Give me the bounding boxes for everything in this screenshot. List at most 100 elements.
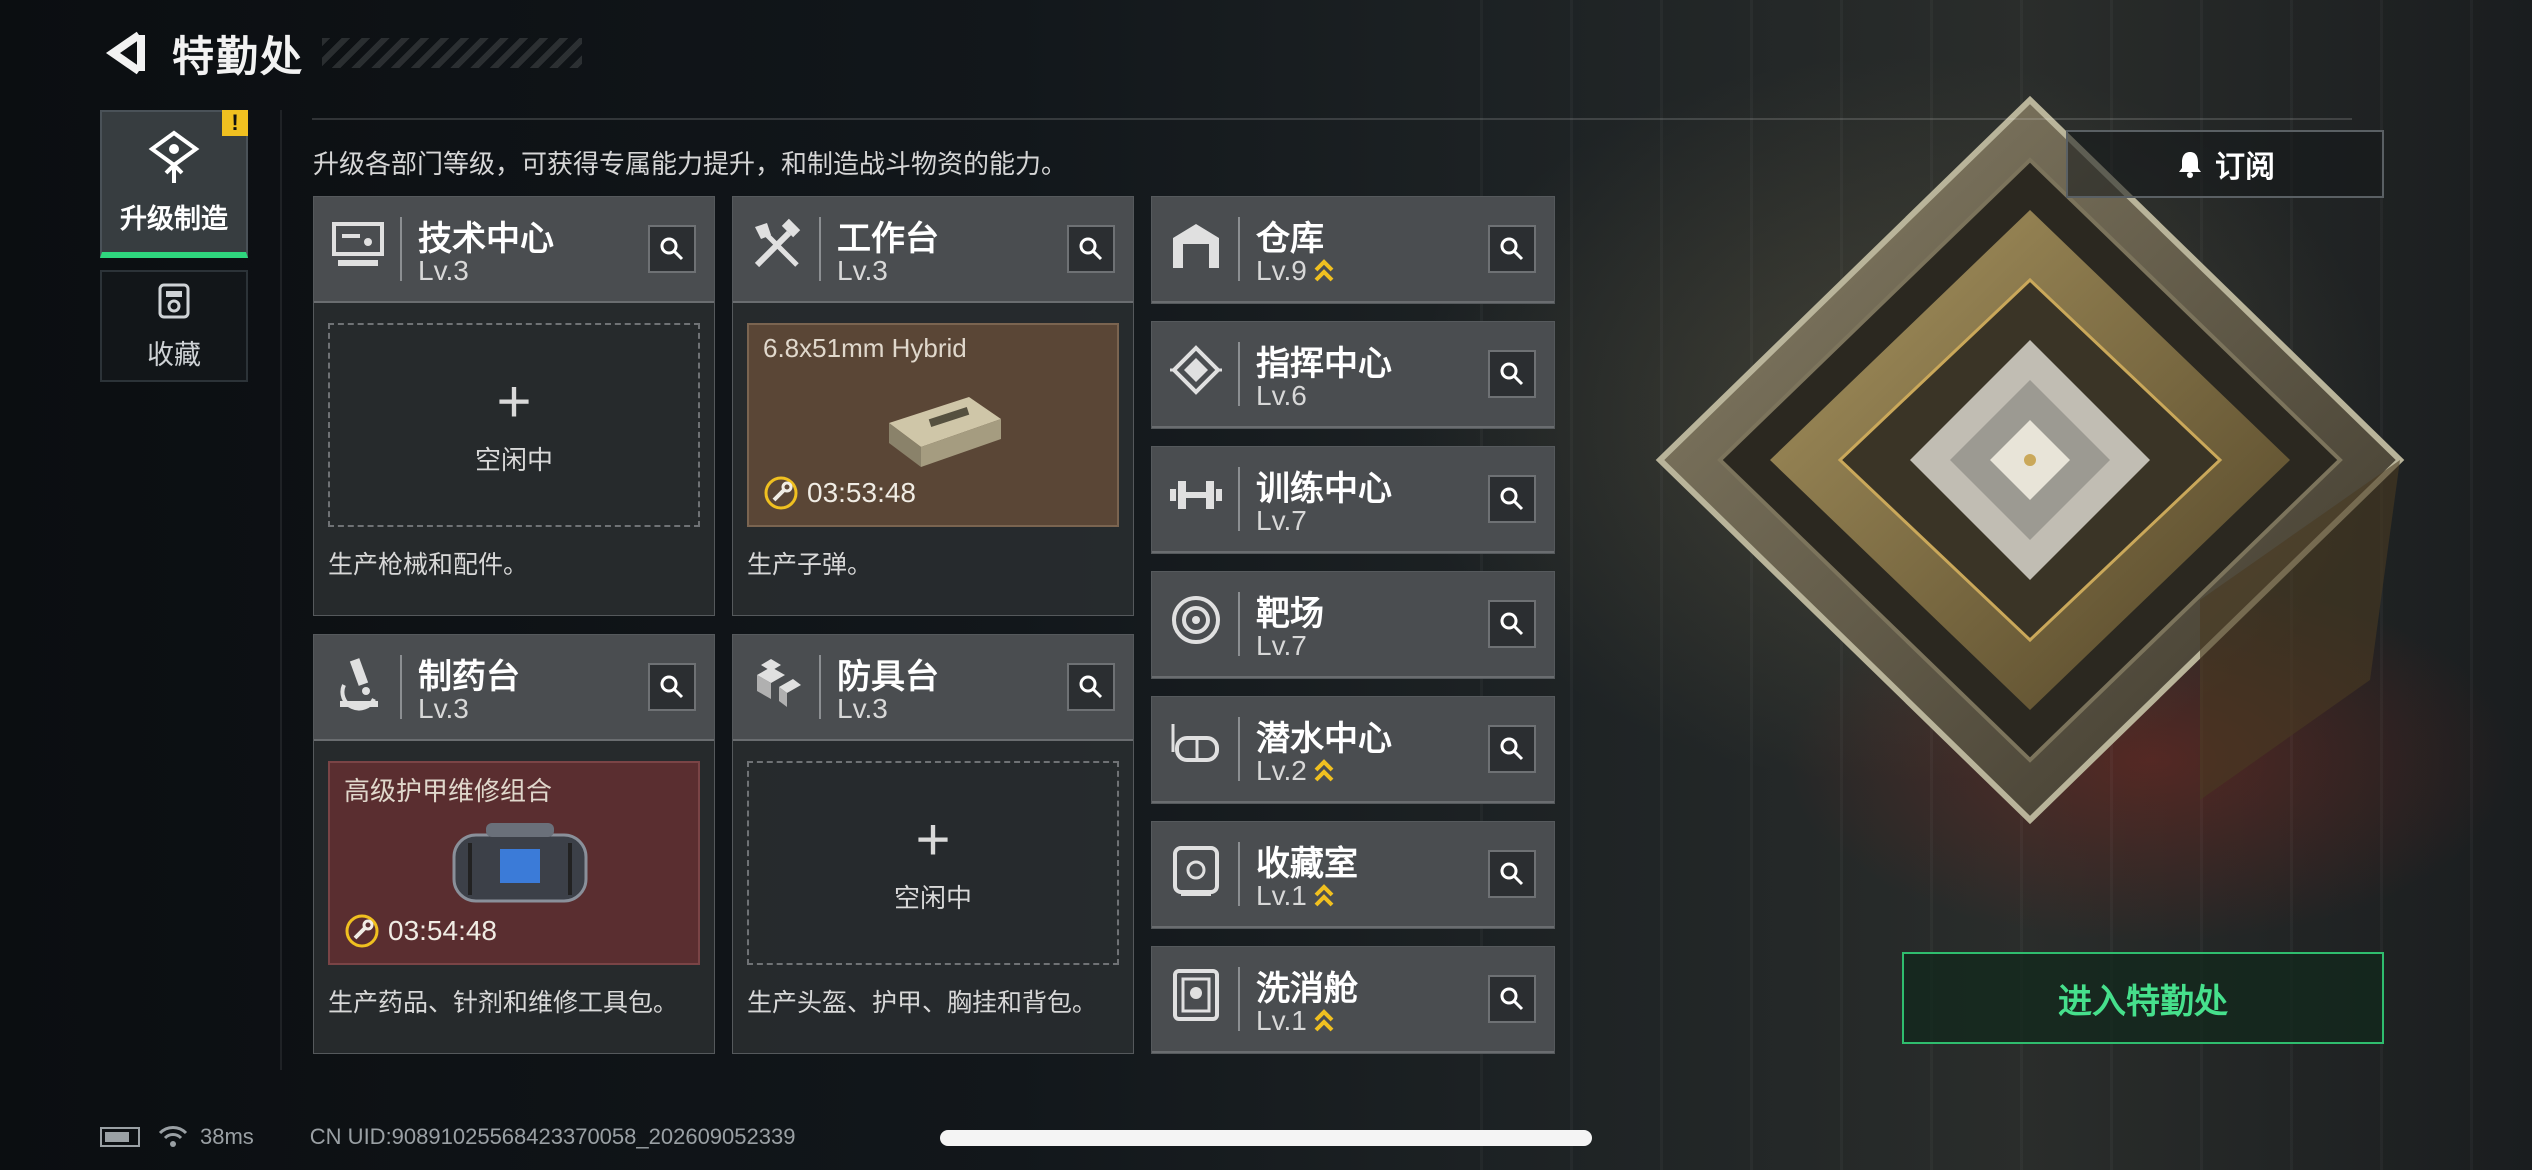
- nav-divider: [280, 110, 282, 1070]
- search-icon: [1079, 237, 1103, 261]
- dept-card-collection-room[interactable]: 收藏室 Lv.1: [1151, 821, 1555, 929]
- production-slot-idle[interactable]: + 空闲中: [328, 323, 700, 527]
- dept-card-workbench: 工作台 Lv.3 6.8x51mm Hybrid 03:53:48 生产子弹。: [732, 196, 1134, 616]
- bell-icon: [2175, 149, 2205, 179]
- search-button[interactable]: [1488, 850, 1536, 898]
- card-header[interactable]: 防具台 Lv.3: [733, 635, 1133, 741]
- dept-card-warehouse[interactable]: 仓库 Lv.9: [1151, 196, 1555, 304]
- dept-footer: 生产枪械和配件。: [328, 551, 529, 579]
- description-text: 升级各部门等级，可获得专属能力提升，和制造战斗物资的能力。: [313, 149, 1068, 179]
- timer-text: 03:54:48: [388, 915, 497, 946]
- separator: [1238, 967, 1240, 1031]
- search-button[interactable]: [1488, 225, 1536, 273]
- search-icon: [1500, 237, 1524, 261]
- search-button[interactable]: [1488, 350, 1536, 398]
- alert-badge: !: [222, 110, 248, 136]
- nav-upgrade-craft[interactable]: ! 升级制造: [100, 110, 248, 258]
- card-header: 洗消舱 Lv.1: [1152, 947, 1554, 1053]
- card-header[interactable]: 工作台 Lv.3: [733, 197, 1133, 303]
- separator: [400, 217, 402, 281]
- page-title: 特勤处: [172, 32, 305, 80]
- card-header: 靶场 Lv.7: [1152, 572, 1554, 678]
- title-decoration: [322, 38, 583, 68]
- top-rule: [312, 118, 2352, 120]
- warehouse-icon: [1164, 213, 1228, 277]
- dept-level: Lv.3: [837, 255, 888, 287]
- search-button[interactable]: [1488, 600, 1536, 648]
- dept-level: Lv.9: [1256, 255, 1335, 287]
- search-icon: [1500, 612, 1524, 636]
- card-header: 潜水中心 Lv.2: [1152, 697, 1554, 803]
- upgrade-craft-icon: [148, 130, 200, 183]
- card-header[interactable]: 技术中心 Lv.3: [314, 197, 714, 303]
- dept-card-diving-center[interactable]: 潜水中心 Lv.2: [1151, 696, 1555, 804]
- nav-collection[interactable]: 收藏: [100, 270, 248, 382]
- search-icon: [1500, 362, 1524, 386]
- card-header: 指挥中心 Lv.6: [1152, 322, 1554, 428]
- dept-level-text: Lv.2: [1256, 755, 1307, 786]
- product-name: 高级护甲维修组合: [344, 776, 553, 806]
- dept-level: Lv.3: [418, 255, 469, 287]
- repair-kit-bag-icon: [452, 823, 588, 903]
- dept-level: Lv.6: [1256, 380, 1307, 412]
- search-icon: [660, 237, 684, 261]
- target-icon: [1164, 588, 1228, 652]
- search-button[interactable]: [1488, 975, 1536, 1023]
- card-header: 收藏室 Lv.1: [1152, 822, 1554, 928]
- decon-chamber-icon: [1164, 963, 1228, 1027]
- production-slot-active[interactable]: 高级护甲维修组合 03:54:48: [328, 761, 700, 965]
- dept-card-command-center[interactable]: 指挥中心 Lv.6: [1151, 321, 1555, 429]
- ping-text: 38ms: [200, 1124, 254, 1149]
- production-timer: 03:54:48: [344, 913, 497, 949]
- separator: [400, 655, 402, 719]
- separator: [1238, 592, 1240, 656]
- search-button[interactable]: [1067, 663, 1115, 711]
- dept-card-shooting-range[interactable]: 靶场 Lv.7: [1151, 571, 1555, 679]
- separator: [819, 217, 821, 281]
- dept-footer: 生产药品、针剂和维修工具包。: [328, 989, 679, 1017]
- dept-name: 洗消舱: [1256, 970, 1358, 1008]
- separator: [1238, 342, 1240, 406]
- subscribe-button[interactable]: 订阅: [2066, 130, 2384, 198]
- dept-level: Lv.3: [418, 693, 469, 725]
- dept-level-text: Lv.3: [837, 255, 888, 286]
- dept-level-text: Lv.3: [418, 693, 469, 724]
- search-button[interactable]: [1488, 475, 1536, 523]
- side-nav: ! 升级制造 收藏: [100, 110, 248, 394]
- timer-text: 03:53:48: [807, 477, 916, 508]
- production-slot-idle[interactable]: + 空闲中: [747, 761, 1119, 965]
- dept-level: Lv.7: [1256, 505, 1307, 537]
- back-arrow-icon: [105, 31, 145, 75]
- dept-level-text: Lv.6: [1256, 380, 1307, 411]
- dept-name: 潜水中心: [1256, 720, 1392, 758]
- enter-special-ops-button[interactable]: 进入特勤处: [1902, 952, 2384, 1044]
- wrench-timer-icon: [345, 914, 379, 948]
- dept-card-training-center[interactable]: 训练中心 Lv.7: [1151, 446, 1555, 554]
- search-button[interactable]: [1067, 225, 1115, 273]
- card-header[interactable]: 制药台 Lv.3: [314, 635, 714, 741]
- tech-center-icon: [326, 213, 390, 277]
- search-icon: [1500, 862, 1524, 886]
- workbench-tools-icon: [745, 213, 809, 277]
- search-button[interactable]: [648, 225, 696, 273]
- search-icon: [1500, 487, 1524, 511]
- dept-name: 指挥中心: [1256, 345, 1392, 383]
- upgrade-available-icon: [1314, 884, 1334, 907]
- search-icon: [1079, 675, 1103, 699]
- search-button[interactable]: [648, 663, 696, 711]
- dept-card-decon-chamber[interactable]: 洗消舱 Lv.1: [1151, 946, 1555, 1054]
- back-button[interactable]: [100, 28, 150, 78]
- command-chip-icon: [1164, 338, 1228, 402]
- home-indicator[interactable]: [940, 1130, 1592, 1146]
- upgrade-available-icon: [1314, 1009, 1334, 1032]
- separator: [1238, 217, 1240, 281]
- microscope-icon: [326, 651, 390, 715]
- dept-name: 靶场: [1256, 595, 1324, 633]
- dept-level-text: Lv.7: [1256, 630, 1307, 661]
- search-button[interactable]: [1488, 725, 1536, 773]
- dept-level: Lv.3: [837, 693, 888, 725]
- dept-card-tech-center: 技术中心 Lv.3 + 空闲中 生产枪械和配件。: [313, 196, 715, 616]
- dept-name: 防具台: [837, 658, 939, 696]
- production-slot-active[interactable]: 6.8x51mm Hybrid 03:53:48: [747, 323, 1119, 527]
- upgrade-available-icon: [1314, 259, 1334, 282]
